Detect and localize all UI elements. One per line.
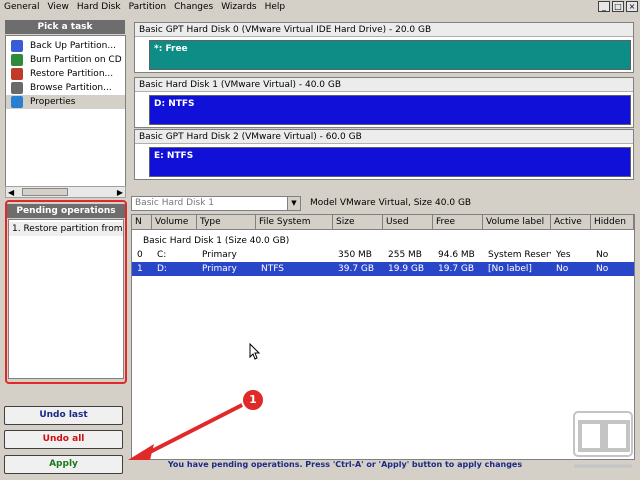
column-header[interactable]: Free	[433, 215, 483, 230]
properties-icon	[11, 96, 23, 108]
column-header[interactable]: N	[132, 215, 152, 230]
backup-icon	[11, 40, 23, 52]
cell-n: 1	[137, 264, 143, 274]
annotation-arrow	[128, 400, 250, 460]
cell-used: 255 MB	[388, 250, 422, 260]
task-list-scrollbar[interactable]: ◀ ▶	[5, 186, 126, 198]
disk-select-value: Basic Hard Disk 1	[135, 198, 215, 208]
task-backup[interactable]: Back Up Partition...	[6, 39, 125, 53]
maximize-button[interactable]: □	[612, 1, 624, 12]
menu-changes[interactable]: Changes	[170, 0, 217, 14]
cell-volume: C:	[157, 250, 167, 260]
cell-label: [No label]	[488, 264, 532, 274]
menu-general[interactable]: General	[0, 0, 43, 14]
disk-2[interactable]: Basic GPT Hard Disk 2 (VMware Virtual) -…	[134, 129, 634, 180]
disk-select[interactable]: Basic Hard Disk 1 ▼	[131, 196, 301, 211]
restore-icon	[11, 68, 23, 80]
column-header[interactable]: Used	[383, 215, 433, 230]
task-properties[interactable]: Properties	[6, 95, 125, 109]
task-burn[interactable]: Burn Partition on CD or DVD...	[6, 53, 125, 67]
disk-1[interactable]: Basic Hard Disk 1 (VMware Virtual) - 40.…	[134, 77, 634, 128]
task-list: Back Up Partition... Burn Partition on C…	[5, 35, 126, 187]
scroll-right-icon[interactable]: ▶	[117, 188, 125, 197]
column-header[interactable]: Active	[551, 215, 591, 230]
cell-free: 19.7 GB	[438, 264, 475, 274]
disk-title: Basic Hard Disk 1 (VMware Virtual) - 40.…	[135, 78, 633, 92]
cell-filesystem	[256, 248, 333, 262]
cell-type: Primary	[202, 250, 237, 260]
annotation-badge: 1	[241, 388, 265, 412]
watermark-logo	[573, 411, 633, 468]
table-header: N Volume Type File System Size Used Free…	[132, 215, 634, 230]
cell-hidden: No	[596, 264, 609, 274]
disk-title: Basic GPT Hard Disk 2 (VMware Virtual) -…	[135, 130, 633, 144]
disk-0[interactable]: Basic GPT Hard Disk 0 (VMware Virtual ID…	[134, 22, 634, 73]
cell-active: No	[556, 264, 569, 274]
close-button[interactable]: ×	[626, 1, 638, 12]
table-row[interactable]: 1 D: Primary NTFS 39.7 GB 19.9 GB 19.7 G…	[132, 262, 634, 276]
menu-bar: General View Hard Disk Partition Changes…	[0, 0, 640, 14]
column-header[interactable]: Hidden	[591, 215, 634, 230]
undo-last-button[interactable]: Undo last	[4, 406, 123, 425]
menu-help[interactable]: Help	[261, 0, 290, 14]
disk-title: Basic GPT Hard Disk 0 (VMware Virtual ID…	[135, 23, 633, 37]
pending-item[interactable]: 1. Restore partition from image	[9, 222, 123, 236]
column-header[interactable]: Volume	[152, 215, 197, 230]
partition-block[interactable]: E: NTFS	[149, 147, 631, 177]
apply-button[interactable]: Apply	[4, 455, 123, 474]
cell-n: 0	[137, 250, 143, 260]
window-controls: _ □ ×	[598, 1, 638, 12]
disk-group-label: Basic Hard Disk 1 (Size 40.0 GB)	[143, 236, 290, 246]
cell-volume: D:	[157, 264, 167, 274]
column-header[interactable]: Volume label	[483, 215, 551, 230]
scroll-left-icon[interactable]: ◀	[6, 188, 14, 197]
cell-size: 350 MB	[338, 250, 372, 260]
minimize-button[interactable]: _	[598, 1, 610, 12]
tasks-header: Pick a task	[5, 20, 125, 34]
cell-type: Primary	[202, 264, 237, 274]
browse-icon	[11, 82, 23, 94]
menu-partition[interactable]: Partition	[125, 0, 171, 14]
burn-icon	[11, 54, 23, 66]
cell-active: Yes	[556, 250, 571, 260]
undo-all-button[interactable]: Undo all	[4, 430, 123, 449]
task-label: Restore Partition...	[30, 69, 114, 79]
cell-filesystem: NTFS	[261, 264, 284, 274]
task-label: Browse Partition...	[30, 83, 112, 93]
mouse-cursor-icon	[249, 343, 261, 360]
chevron-down-icon[interactable]: ▼	[287, 197, 300, 210]
pending-list: 1. Restore partition from image	[8, 219, 124, 379]
task-label: Back Up Partition...	[30, 41, 116, 51]
partition-block[interactable]: *: Free	[149, 40, 631, 70]
column-header[interactable]: File System	[256, 215, 333, 230]
cell-hidden: No	[596, 250, 609, 260]
partition-block[interactable]: D: NTFS	[149, 95, 631, 125]
menu-view[interactable]: View	[43, 0, 72, 14]
task-label: Burn Partition on CD or DVD...	[30, 55, 125, 65]
menu-wizards[interactable]: Wizards	[217, 0, 260, 14]
cell-free: 94.6 MB	[438, 250, 475, 260]
disk-model-info: Model VMware Virtual, Size 40.0 GB	[310, 198, 472, 208]
menu-hard-disk[interactable]: Hard Disk	[73, 0, 125, 14]
scroll-thumb[interactable]	[22, 188, 68, 196]
cell-label: System Reserved	[488, 250, 551, 260]
cell-used: 19.9 GB	[388, 264, 425, 274]
cell-size: 39.7 GB	[338, 264, 375, 274]
task-label: Properties	[30, 97, 76, 107]
column-header[interactable]: Size	[333, 215, 383, 230]
column-header[interactable]: Type	[197, 215, 256, 230]
task-browse[interactable]: Browse Partition...	[6, 81, 125, 95]
table-row[interactable]: 0 C: Primary 350 MB 255 MB 94.6 MB Syste…	[132, 248, 634, 262]
task-restore[interactable]: Restore Partition...	[6, 67, 125, 81]
